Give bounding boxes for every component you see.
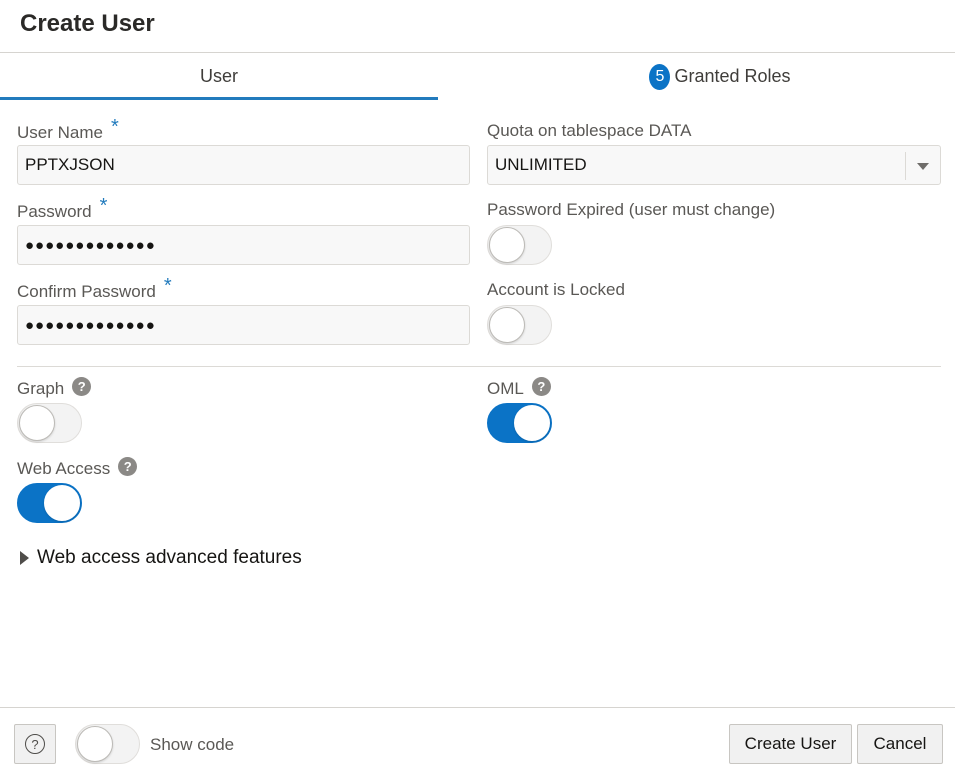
account-locked-label-text: Account is Locked (487, 280, 625, 299)
confirm-password-label-text: Confirm Password (17, 281, 156, 301)
tab-user-label: User (199, 66, 238, 86)
granted-roles-count-badge: 5 (649, 63, 671, 90)
footer-divider (0, 707, 955, 708)
quota-label: Quota on tablespace DATA (487, 121, 691, 141)
graph-label: Graph ? (17, 376, 92, 399)
password-expired-toggle[interactable] (487, 225, 552, 265)
show-code-toggle[interactable] (75, 724, 140, 764)
cancel-button[interactable]: Cancel (857, 724, 943, 764)
quota-label-text: Quota on tablespace DATA (487, 121, 692, 140)
oml-label-text: OML (487, 379, 524, 398)
account-locked-label: Account is Locked (487, 280, 625, 300)
dialog-title: Create User (20, 10, 155, 37)
section-divider (17, 366, 941, 367)
oml-label: OML ? (487, 376, 551, 399)
toggle-knob (77, 726, 113, 762)
tab-active-underline (0, 97, 438, 100)
confirm-password-label: Confirm Password * (17, 275, 172, 303)
password-expired-label-text: Password Expired (user must change) (487, 200, 776, 219)
web-access-advanced-label: Web access advanced features (37, 547, 302, 568)
web-access-label-text: Web Access (17, 459, 111, 478)
toggle-knob (514, 405, 550, 441)
user-name-label: User Name * (17, 116, 119, 144)
required-marker: * (110, 116, 119, 138)
create-user-button[interactable]: Create User (729, 724, 852, 764)
web-access-toggle[interactable] (17, 483, 82, 523)
password-label-text: Password (17, 201, 92, 221)
web-access-advanced-disclosure[interactable]: Web access advanced features (20, 547, 302, 569)
password-label: Password * (17, 195, 107, 223)
toggle-knob (44, 485, 80, 521)
tab-bar: User 5 Granted Roles (0, 53, 955, 100)
tab-granted-roles-label: Granted Roles (674, 66, 791, 86)
toggle-knob (489, 307, 525, 343)
chevron-down-icon[interactable] (917, 163, 929, 170)
help-button[interactable]: ? (14, 724, 56, 764)
graph-label-text: Graph (17, 379, 65, 398)
password-expired-label: Password Expired (user must change) (487, 200, 775, 220)
quota-select[interactable]: UNLIMITED (487, 145, 941, 185)
account-locked-toggle[interactable] (487, 305, 552, 345)
create-user-dialog: Create User User 5 Granted Roles User Na… (0, 0, 955, 776)
graph-toggle[interactable] (17, 403, 82, 443)
user-name-value: PPTXJSON (25, 155, 115, 174)
password-input[interactable]: ●●●●●●●●●●●●● (17, 225, 470, 265)
help-icon[interactable]: ? (531, 376, 551, 396)
select-divider (905, 152, 906, 180)
toggle-knob (19, 405, 55, 441)
user-name-input[interactable]: PPTXJSON (17, 145, 470, 185)
required-marker: * (163, 275, 172, 297)
toggle-knob (489, 227, 525, 263)
oml-toggle[interactable] (487, 403, 552, 443)
tab-granted-roles[interactable]: 5 Granted Roles (490, 53, 950, 100)
quota-value: UNLIMITED (495, 155, 587, 174)
confirm-password-value: ●●●●●●●●●●●●● (25, 316, 156, 334)
required-marker: * (99, 195, 108, 217)
user-name-label-text: User Name (17, 122, 103, 142)
question-icon: ? (25, 734, 45, 754)
help-icon[interactable]: ? (72, 376, 92, 396)
tab-user[interactable]: User (0, 53, 438, 100)
show-code-label: Show code (150, 735, 235, 754)
confirm-password-input[interactable]: ●●●●●●●●●●●●● (17, 305, 470, 345)
help-icon[interactable]: ? (118, 456, 138, 476)
web-access-label: Web Access ? (17, 456, 138, 479)
password-value: ●●●●●●●●●●●●● (25, 236, 156, 254)
disclosure-triangle-icon (20, 551, 29, 565)
